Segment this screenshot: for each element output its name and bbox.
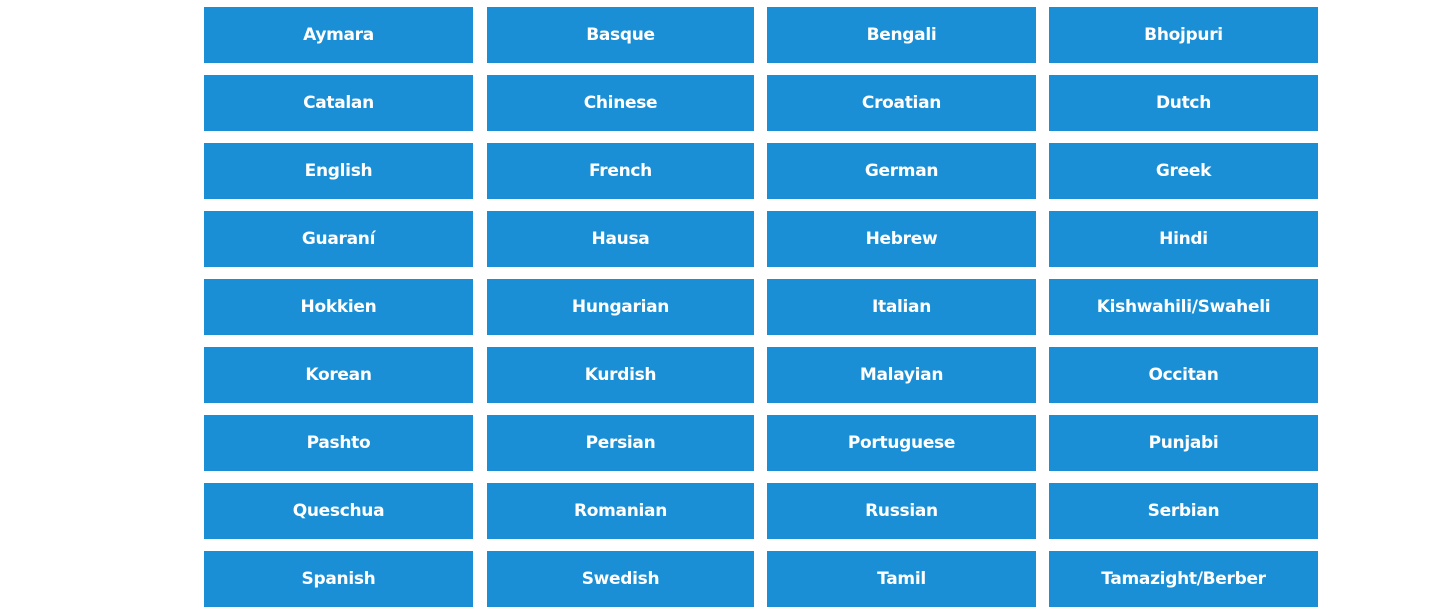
language-button-korean[interactable]: Korean	[204, 347, 473, 403]
language-button-label: Kishwahili/Swaheli	[1096, 297, 1271, 317]
language-button-label: Kurdish	[584, 365, 657, 385]
language-button-punjabi[interactable]: Punjabi	[1049, 415, 1318, 471]
language-button-label: Queschua	[292, 501, 385, 521]
language-button-label: Swedish	[581, 569, 660, 589]
language-button-french[interactable]: French	[487, 143, 754, 199]
language-button-malayian[interactable]: Malayian	[767, 347, 1036, 403]
language-button-label: French	[589, 161, 652, 181]
language-button-label: Aymara	[303, 25, 374, 45]
language-button-label: Hindi	[1159, 229, 1208, 249]
language-button-label: Punjabi	[1148, 433, 1219, 453]
language-button-romanian[interactable]: Romanian	[487, 483, 754, 539]
language-button-kishwahili-swaheli[interactable]: Kishwahili/Swaheli	[1049, 279, 1318, 335]
language-button-dutch[interactable]: Dutch	[1049, 75, 1318, 131]
language-button-hokkien[interactable]: Hokkien	[204, 279, 473, 335]
language-button-label: Dutch	[1155, 93, 1212, 113]
language-button-bhojpuri[interactable]: Bhojpuri	[1049, 7, 1318, 63]
language-button-label: Russian	[865, 501, 938, 521]
language-button-hungarian[interactable]: Hungarian	[487, 279, 754, 335]
language-button-greek[interactable]: Greek	[1049, 143, 1318, 199]
language-button-label: Tamil	[877, 569, 926, 589]
language-button-label: Guaraní	[301, 229, 376, 249]
language-button-label: Hungarian	[571, 297, 670, 317]
language-button-hebrew[interactable]: Hebrew	[767, 211, 1036, 267]
language-button-croatian[interactable]: Croatian	[767, 75, 1036, 131]
language-button-label: Malayian	[859, 365, 944, 385]
language-button-serbian[interactable]: Serbian	[1049, 483, 1318, 539]
language-button-guarani[interactable]: Guaraní	[204, 211, 473, 267]
language-button-italian[interactable]: Italian	[767, 279, 1036, 335]
language-button-label: Occitan	[1148, 365, 1219, 385]
language-button-swedish[interactable]: Swedish	[487, 551, 754, 607]
language-button-tamazight-berber[interactable]: Tamazight/Berber	[1049, 551, 1318, 607]
language-button-label: Basque	[586, 25, 655, 45]
language-grid: Aymara Basque Bengali Bhojpuri Catalan Chines…	[204, 7, 1318, 607]
language-button-label: Croatian	[861, 93, 942, 113]
language-button-label: Tamazight/Berber	[1101, 569, 1266, 589]
language-button-portuguese[interactable]: Portuguese	[767, 415, 1036, 471]
language-button-label: Bhojpuri	[1144, 25, 1223, 45]
language-button-label: Spanish	[301, 569, 376, 589]
language-button-occitan[interactable]: Occitan	[1049, 347, 1318, 403]
language-button-label: Catalan	[303, 93, 374, 113]
language-button-kurdish[interactable]: Kurdish	[487, 347, 754, 403]
language-button-label: English	[304, 161, 373, 181]
language-button-label: Persian	[585, 433, 656, 453]
language-button-english[interactable]: English	[204, 143, 473, 199]
language-button-label: German	[864, 161, 939, 181]
language-button-label: Hausa	[591, 229, 650, 249]
language-button-tamil[interactable]: Tamil	[767, 551, 1036, 607]
language-button-label: Korean	[305, 365, 372, 385]
language-button-basque[interactable]: Basque	[487, 7, 754, 63]
language-button-label: Chinese	[583, 93, 658, 113]
language-button-label: Romanian	[573, 501, 668, 521]
language-button-label: Portuguese	[847, 433, 956, 453]
language-button-label: Hebrew	[865, 229, 938, 249]
language-button-hausa[interactable]: Hausa	[487, 211, 754, 267]
language-button-hindi[interactable]: Hindi	[1049, 211, 1318, 267]
language-button-label: Bengali	[866, 25, 937, 45]
language-button-chinese[interactable]: Chinese	[487, 75, 754, 131]
language-button-label: Italian	[871, 297, 932, 317]
language-button-persian[interactable]: Persian	[487, 415, 754, 471]
language-button-label: Pashto	[306, 433, 371, 453]
language-button-queschua[interactable]: Queschua	[204, 483, 473, 539]
language-button-spanish[interactable]: Spanish	[204, 551, 473, 607]
language-button-aymara[interactable]: Aymara	[204, 7, 473, 63]
language-button-pashto[interactable]: Pashto	[204, 415, 473, 471]
language-button-russian[interactable]: Russian	[767, 483, 1036, 539]
language-button-catalan[interactable]: Catalan	[204, 75, 473, 131]
language-button-label: Serbian	[1147, 501, 1220, 521]
language-button-german[interactable]: German	[767, 143, 1036, 199]
language-button-bengali[interactable]: Bengali	[767, 7, 1036, 63]
language-button-label: Greek	[1155, 161, 1212, 181]
language-button-label: Hokkien	[300, 297, 377, 317]
